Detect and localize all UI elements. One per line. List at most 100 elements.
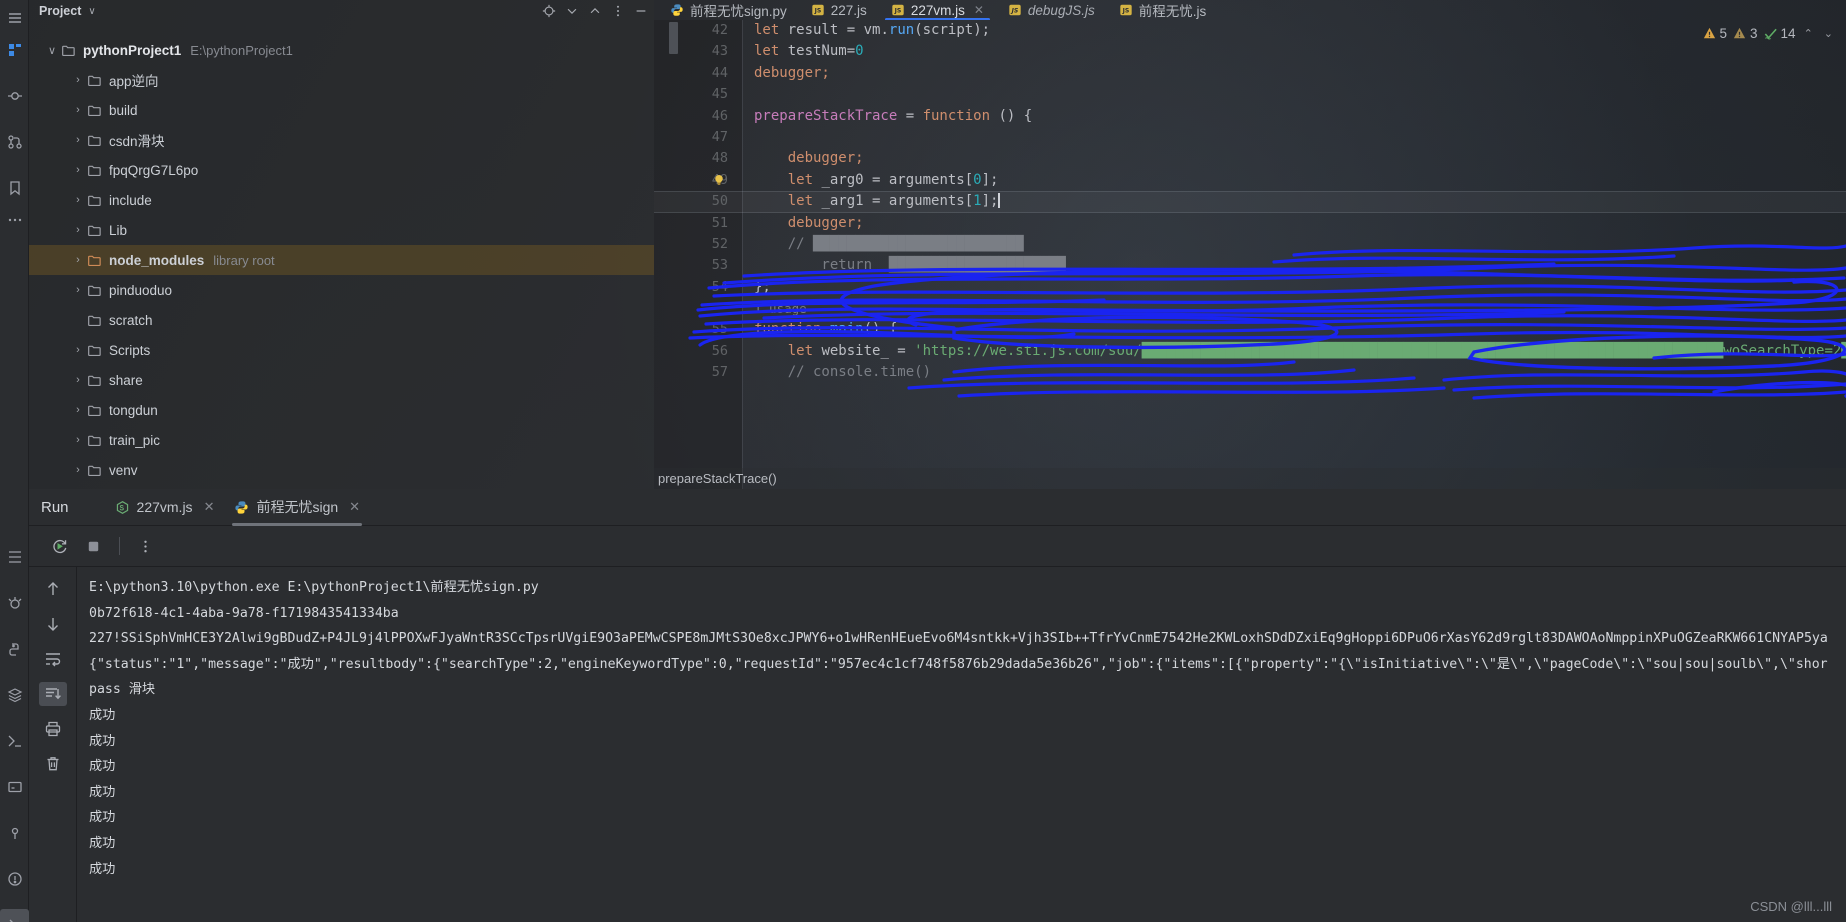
run-icon[interactable] — [0, 909, 29, 922]
code-vision-hint[interactable]: 1 usage — [754, 298, 807, 319]
editor-tab-3[interactable]: JS debugJS.js — [996, 0, 1107, 20]
inspections-widget[interactable]: 5 3 14 ⌃ ⌄ — [1702, 26, 1837, 41]
breadcrumb[interactable]: prepareStackTrace() — [654, 468, 1846, 489]
chevron-right-icon[interactable]: › — [69, 374, 87, 386]
chevron-right-icon[interactable]: › — [69, 404, 87, 416]
chevron-up-icon[interactable] — [588, 4, 602, 18]
editor-tab-label: 前程无忧sign.py — [690, 4, 787, 19]
tree-item-share[interactable]: › share — [29, 365, 654, 395]
chevron-right-icon[interactable]: › — [69, 284, 87, 296]
code-line[interactable]: 51 debugger; — [654, 213, 1846, 234]
tree-item-tongdun[interactable]: › tongdun — [29, 395, 654, 425]
project-icon[interactable] — [0, 34, 29, 66]
code-line[interactable]: 53 return █████████████████████ — [654, 255, 1846, 276]
problems-icon[interactable] — [0, 863, 29, 895]
editor-tab-4[interactable]: JS 前程无忧.js — [1107, 0, 1219, 20]
chevron-right-icon[interactable]: › — [69, 194, 87, 206]
tree-item-pythonProject1[interactable]: ∨ pythonProject1 E:\pythonProject1 — [29, 35, 654, 65]
editor-body[interactable]: 42 let result = vm.run(script); 43 let test… — [654, 20, 1846, 489]
code-line[interactable]: 56 let website_ = 'https://we.sti.js.com… — [654, 341, 1846, 362]
chevron-right-icon[interactable]: › — [69, 224, 87, 236]
chevron-down-icon[interactable]: ∨ — [43, 44, 61, 57]
todo-icon[interactable] — [0, 771, 29, 803]
code-line[interactable]: 48 debugger; — [654, 148, 1846, 169]
git-icon[interactable] — [0, 817, 29, 849]
warnings-group[interactable]: 5 — [1702, 26, 1727, 41]
scroll-up-icon[interactable] — [39, 577, 67, 601]
run-tab-1[interactable]: 前程无忧sign ✕ — [224, 489, 370, 526]
code-line[interactable]: 43 let testNum=0 — [654, 41, 1846, 62]
code-lines[interactable]: 42 let result = vm.run(script); 43 let test… — [654, 20, 1846, 489]
chevron-down-icon[interactable]: ∨ — [88, 6, 95, 17]
tree-item-app逆向[interactable]: › app逆向 — [29, 65, 654, 95]
code-line[interactable]: 54}; — [654, 277, 1846, 298]
print-icon[interactable] — [39, 717, 67, 741]
tree-item-pinduoduo[interactable]: › pinduoduo — [29, 275, 654, 305]
ok-group[interactable]: 14 — [1763, 26, 1796, 41]
tree-item-scratch[interactable]: scratch — [29, 305, 654, 335]
code-line[interactable]: 50 let _arg1 = arguments[1]; — [654, 191, 1846, 213]
run-console-output[interactable]: E:\python3.10\python.exe E:\pythonProjec… — [77, 567, 1846, 922]
rerun-icon[interactable] — [51, 538, 68, 555]
chevron-down-icon[interactable] — [565, 4, 579, 18]
code-line[interactable]: 57 // console.time() — [654, 362, 1846, 383]
tree-item-fpqQrgG7L6po[interactable]: › fpqQrgG7L6po — [29, 155, 654, 185]
terminal-icon[interactable] — [0, 725, 29, 757]
code-line[interactable]: 1 usage — [654, 298, 1846, 319]
chevron-right-icon[interactable]: › — [69, 164, 87, 176]
python-console-icon[interactable] — [0, 633, 29, 665]
run-tab-0[interactable]: 227vm.js ✕ — [105, 489, 225, 526]
intention-bulb-icon[interactable] — [712, 173, 726, 187]
chevron-right-icon[interactable]: › — [69, 254, 87, 266]
code-line[interactable]: 49 let _arg0 = arguments[0]; — [654, 170, 1846, 191]
structure-icon[interactable] — [0, 541, 29, 573]
editor-tab-0[interactable]: 前程无忧sign.py — [658, 0, 799, 20]
more-vertical-icon[interactable] — [137, 538, 154, 555]
tree-item-node_modules[interactable]: › node_modules library root — [29, 245, 654, 275]
scroll-down-icon[interactable] — [39, 612, 67, 636]
chevron-right-icon[interactable]: › — [69, 344, 87, 356]
code-line[interactable]: 42 let result = vm.run(script); — [654, 20, 1846, 41]
close-icon[interactable]: ✕ — [974, 3, 984, 17]
editor-tab-2[interactable]: JS 227vm.js ✕ — [879, 0, 996, 20]
chevron-right-icon[interactable]: › — [69, 134, 87, 146]
debug-icon[interactable] — [0, 587, 29, 619]
code-line[interactable]: 46 prepareStackTrace = function () { — [654, 106, 1846, 127]
code-line[interactable]: 52 // █████████████████████████ — [654, 234, 1846, 255]
tree-item-include[interactable]: › include — [29, 185, 654, 215]
commit-icon[interactable] — [0, 80, 29, 112]
project-tree[interactable]: ∨ pythonProject1 E:\pythonProject1 › app逆向 › b… — [29, 22, 654, 485]
tree-item-build[interactable]: › build — [29, 95, 654, 125]
tree-item-Lib[interactable]: › Lib — [29, 215, 654, 245]
scroll-to-end-icon[interactable] — [38, 682, 67, 706]
target-icon[interactable] — [542, 4, 556, 18]
chevron-down-icon[interactable]: ⌄ — [1821, 27, 1836, 40]
code-line[interactable]: 55 function main() { — [654, 319, 1846, 340]
minimize-icon[interactable] — [634, 4, 648, 18]
chevron-right-icon[interactable]: › — [69, 104, 87, 116]
chevron-right-icon[interactable]: › — [69, 434, 87, 446]
code-line[interactable]: 44 debugger; — [654, 63, 1846, 84]
tree-item-Scripts[interactable]: › Scripts — [29, 335, 654, 365]
trash-icon[interactable] — [39, 752, 67, 776]
tree-item-venv[interactable]: › venv — [29, 455, 654, 485]
code-line[interactable]: 47 — [654, 127, 1846, 148]
tree-item-csdn滑块[interactable]: › csdn滑块 — [29, 125, 654, 155]
code-line[interactable]: 45 — [654, 84, 1846, 105]
services-icon[interactable] — [0, 679, 29, 711]
stop-icon[interactable] — [85, 538, 102, 555]
more-icon[interactable] — [0, 204, 29, 236]
chevron-right-icon[interactable]: › — [69, 464, 87, 476]
pull-requests-icon[interactable] — [0, 126, 29, 158]
more-vertical-icon[interactable] — [611, 4, 625, 18]
close-icon[interactable]: ✕ — [204, 499, 215, 515]
menu-icon[interactable] — [0, 2, 29, 34]
chevron-right-icon[interactable]: › — [69, 74, 87, 86]
soft-wrap-icon[interactable] — [39, 647, 67, 671]
tree-item-train_pic[interactable]: › train_pic — [29, 425, 654, 455]
editor-tab-1[interactable]: JS 227.js — [799, 0, 879, 20]
bookmarks-icon[interactable] — [0, 172, 29, 204]
weak-warnings-group[interactable]: 3 — [1732, 26, 1758, 41]
chevron-up-icon[interactable]: ⌃ — [1801, 27, 1816, 40]
close-icon[interactable]: ✕ — [349, 499, 360, 515]
